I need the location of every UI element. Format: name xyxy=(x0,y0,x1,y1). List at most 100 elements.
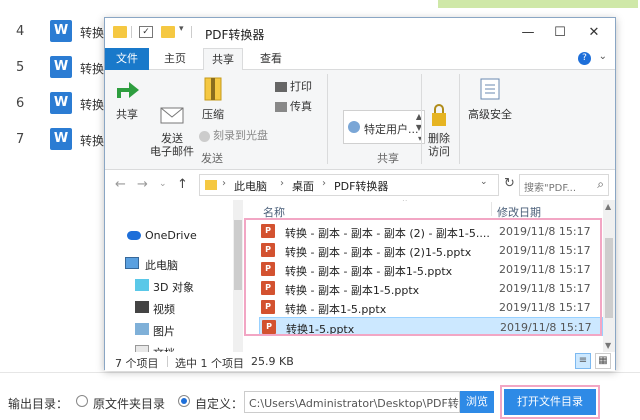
file-name: 转换 - 副本 - 副本 - 副本 (2) - 副本1-5.... xyxy=(285,227,490,240)
email-icon xyxy=(158,89,186,124)
window-title: PDF转换器 xyxy=(205,28,265,42)
fax-button[interactable]: 传真 xyxy=(275,98,312,114)
file-name: 转换1-5.pptx xyxy=(286,323,355,336)
column-header-name[interactable]: 名称 xyxy=(263,204,285,220)
remove-access-button[interactable]: 删除 访问 xyxy=(423,76,455,158)
search-icon: ⌕ xyxy=(597,177,604,191)
file-name: 转换 - 副本 - 副本 - 副本1-5.pptx xyxy=(285,265,453,278)
email-button[interactable]: 发送 电子邮件 xyxy=(147,76,197,158)
print-button[interactable]: 打印 xyxy=(275,78,312,94)
output-dir-label: 输出目录： xyxy=(8,397,69,411)
zip-label: 压缩 xyxy=(202,108,224,121)
nav-label: 文档 xyxy=(153,345,175,352)
maximize-button[interactable]: ☐ xyxy=(545,22,575,44)
table-row[interactable]: P 转换 - 副本 - 副本 - 副本1-5.pptx 2019/11/8 15… xyxy=(259,260,603,279)
radio-custom-folder[interactable] xyxy=(178,395,190,407)
details-view-icon[interactable]: ≡ xyxy=(575,353,591,369)
tab-view[interactable]: 查看 xyxy=(251,48,291,70)
output-path-input[interactable]: C:\Users\Administrator\Desktop\PDF转换器 xyxy=(244,391,460,413)
tab-file[interactable]: 文件 xyxy=(105,48,149,70)
scroll-down-icon[interactable]: ▼ xyxy=(605,341,611,350)
pictures-icon xyxy=(135,323,149,335)
advanced-security-button[interactable]: 高级安全 xyxy=(465,76,515,122)
tab-home[interactable]: 主页 xyxy=(155,48,195,70)
address-field[interactable]: › 此电脑 › 桌面 › PDF转换器 ⌄ xyxy=(199,174,499,196)
zip-button[interactable]: 压缩 xyxy=(199,76,227,122)
nav-scrollbar[interactable] xyxy=(233,200,243,352)
row-number: 4 xyxy=(16,24,25,39)
open-folder-button[interactable]: 打开文件目录 xyxy=(500,385,600,419)
advanced-security-label: 高级安全 xyxy=(468,108,512,121)
column-separator[interactable] xyxy=(491,202,492,216)
table-row[interactable]: P 转换 - 副本 - 副本1-5.pptx 2019/11/8 15:17 xyxy=(259,279,603,298)
properties-icon[interactable]: ✓ xyxy=(139,26,153,38)
tab-share[interactable]: 共享 xyxy=(203,48,243,71)
nav-label: 3D 对象 xyxy=(153,281,194,294)
large-icons-view-icon[interactable]: ▦ xyxy=(595,353,611,369)
file-list: 名称 ⌃ 修改日期 P 转换 - 副本 - 副本 - 副本 (2) - 副本1-… xyxy=(251,200,603,352)
minimize-button[interactable]: — xyxy=(513,22,543,44)
share-with-box[interactable]: ▲ 特定用户... ▼ ▾ xyxy=(343,110,425,144)
file-list-scrollbar[interactable]: ▲ ▼ xyxy=(603,200,615,352)
lock-icon xyxy=(425,89,453,126)
refresh-icon[interactable]: ↻ xyxy=(504,176,515,191)
up-arrow-icon[interactable]: ↑ xyxy=(177,177,188,192)
search-input[interactable]: 搜索"PDF... ⌕ xyxy=(519,174,609,196)
folder-icon xyxy=(205,180,217,190)
table-row[interactable]: P 转换 - 副本 - 副本 - 副本 (2) - 副本1-5.... 2019… xyxy=(259,222,603,241)
nav-label: 此电脑 xyxy=(145,259,178,272)
word-icon: W xyxy=(50,128,72,150)
computer-icon xyxy=(125,257,139,269)
breadcrumb-this-pc[interactable]: 此电脑 xyxy=(234,178,267,194)
row-number: 6 xyxy=(16,96,25,111)
folder-icon xyxy=(113,26,127,38)
pptx-file-icon: P xyxy=(261,300,275,314)
help-icon[interactable]: ? xyxy=(578,52,591,65)
fax-icon xyxy=(275,102,287,112)
chevron-down-icon[interactable]: ⌄ xyxy=(480,177,488,187)
sort-arrow-icon: ⌃ xyxy=(401,200,409,208)
security-list-icon xyxy=(476,76,504,102)
recent-dropdown-icon[interactable]: ⌄ xyxy=(159,179,167,189)
nav-label: OneDrive xyxy=(145,229,197,242)
share-button[interactable]: 共享 xyxy=(111,76,143,122)
pptx-file-icon: P xyxy=(261,243,275,257)
specific-users-label: 特定用户... xyxy=(364,123,419,136)
table-row[interactable]: P 转换 - 副本 - 副本 - 副本 (2)1-5.pptx 2019/11/… xyxy=(259,241,603,260)
chevron-down-icon[interactable]: ⌄ xyxy=(599,51,607,62)
pptx-file-icon: P xyxy=(261,281,275,295)
divider xyxy=(131,26,132,38)
row-number: 5 xyxy=(16,60,25,75)
back-arrow-icon[interactable]: ← xyxy=(115,177,126,192)
row-name: 转换 xyxy=(80,134,105,148)
file-date: 2019/11/8 15:17 xyxy=(499,263,591,276)
scroll-up-icon[interactable]: ▲ xyxy=(605,202,611,211)
breadcrumb-desktop[interactable]: 桌面 xyxy=(292,178,314,194)
zip-icon xyxy=(199,76,227,102)
nav-label: 图片 xyxy=(153,325,175,338)
word-icon: W xyxy=(50,56,72,78)
table-row[interactable]: P 转换 - 副本1-5.pptx 2019/11/8 15:17 xyxy=(259,298,603,317)
explorer-window: ✓ ▾ PDF转换器 — ☐ ✕ 文件 主页 共享 查看 ? ⌄ 共享 发送 电… xyxy=(104,17,616,371)
close-button[interactable]: ✕ xyxy=(579,22,609,44)
nav-label: 视频 xyxy=(153,303,175,316)
burn-disc-button[interactable]: 刻录到光盘 xyxy=(199,127,268,143)
title-bar[interactable]: ✓ ▾ PDF转换器 — ☐ ✕ xyxy=(105,18,615,48)
table-row-selected[interactable]: P 转换1-5.pptx 2019/11/8 15:17 xyxy=(259,317,603,336)
item-count: 7 个项目 xyxy=(115,357,159,370)
selected-count: 选中 1 个项目 xyxy=(175,357,244,370)
nav-scrollbar-thumb[interactable] xyxy=(234,220,242,290)
new-folder-icon[interactable] xyxy=(161,26,175,38)
3d-objects-icon xyxy=(135,279,149,291)
file-list-scrollbar-thumb[interactable] xyxy=(605,238,613,318)
word-icon: W xyxy=(50,92,72,114)
radio-source-folder[interactable] xyxy=(76,395,88,407)
file-date: 2019/11/8 15:17 xyxy=(499,244,591,257)
address-bar-row: ← → ⌄ ↑ › 此电脑 › 桌面 › PDF转换器 ⌄ ↻ 搜索"PDF..… xyxy=(105,170,615,200)
breadcrumb-folder[interactable]: PDF转换器 xyxy=(334,178,388,194)
forward-arrow-icon[interactable]: → xyxy=(137,177,148,192)
column-header-modified[interactable]: 修改日期 xyxy=(497,204,541,220)
radio-custom-label: 自定义： xyxy=(195,397,244,411)
share-icon xyxy=(113,76,141,102)
browse-button[interactable]: 浏览 xyxy=(460,391,494,413)
